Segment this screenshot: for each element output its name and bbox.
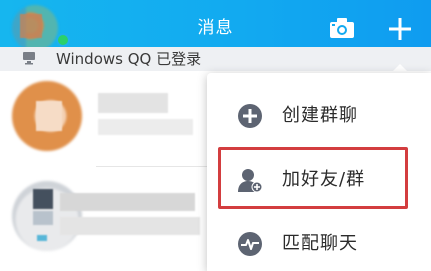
- mosaic-block: [60, 193, 195, 211]
- camera-icon[interactable]: [329, 17, 355, 39]
- mosaic-block: [33, 211, 53, 225]
- computer-icon: [23, 52, 35, 65]
- notice-text: Windows QQ 已登录: [56, 50, 202, 68]
- device-login-notice[interactable]: Windows QQ 已登录: [0, 47, 431, 71]
- menu-item-create-group[interactable]: 创建群聊: [207, 85, 431, 147]
- mosaic-block: [37, 235, 47, 241]
- menu-item-label: 匹配聊天: [282, 233, 358, 254]
- mosaic-block: [33, 189, 53, 209]
- mosaic-block: [60, 217, 200, 235]
- mosaic-block: [98, 93, 168, 113]
- add-circle-icon: [238, 104, 262, 128]
- match-chat-icon: [238, 232, 262, 256]
- menu-item-match-chat[interactable]: 匹配聊天: [207, 213, 431, 271]
- highlight-box: [218, 147, 408, 209]
- mosaic-block: [36, 101, 62, 131]
- mosaic-block: [98, 119, 193, 135]
- plus-icon[interactable]: [387, 16, 413, 42]
- menu-item-label: 创建群聊: [282, 105, 358, 126]
